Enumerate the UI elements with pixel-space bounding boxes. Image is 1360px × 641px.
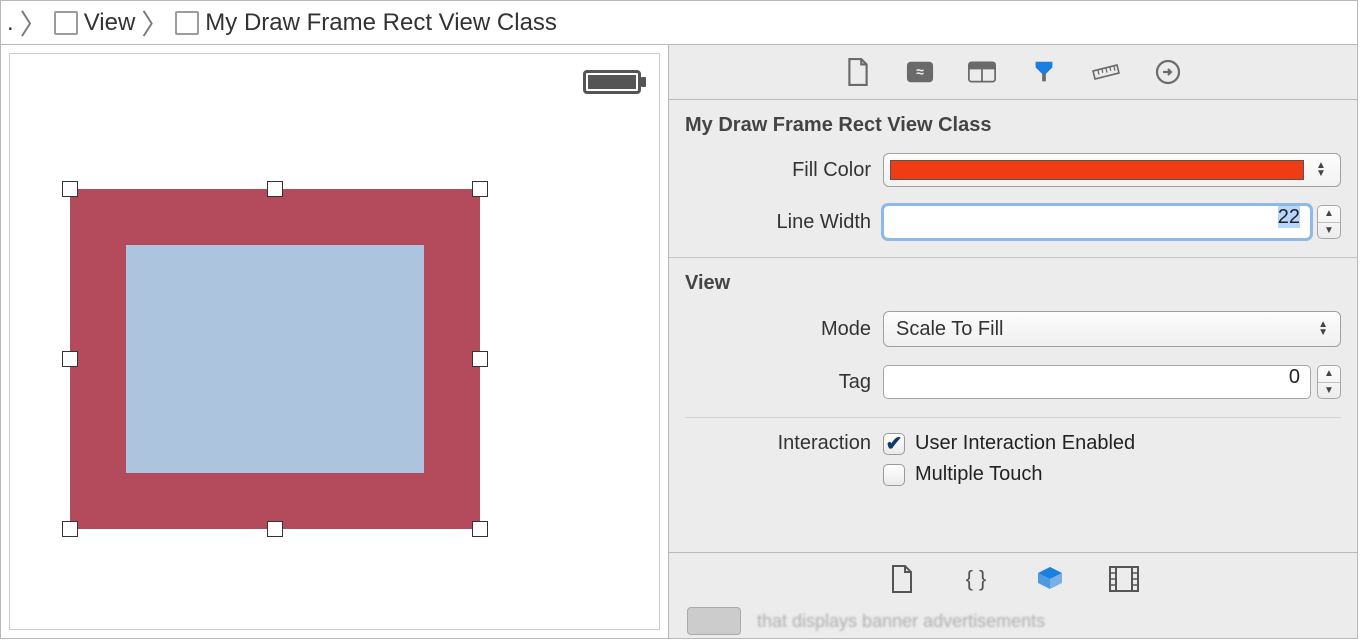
media-library-tab-icon[interactable]: [1109, 564, 1139, 594]
multiple-touch-checkbox[interactable]: [883, 464, 905, 486]
caret-icon: ▲▼: [1308, 162, 1334, 178]
resize-handle[interactable]: [472, 181, 488, 197]
fill-color-well[interactable]: ▲▼: [883, 153, 1341, 187]
breadcrumb-item-view[interactable]: View: [54, 9, 136, 37]
breadcrumb[interactable]: . 〉 View 〉 My Draw Frame Rect View Class: [1, 1, 1357, 45]
breadcrumb-label: View: [84, 9, 136, 37]
object-library-tab-icon[interactable]: [1035, 564, 1065, 594]
view-section: View Mode Scale To Fill ▲▼ Tag: [669, 258, 1357, 512]
device-canvas[interactable]: [9, 53, 660, 630]
interaction-label: Interaction: [685, 432, 883, 455]
multiple-touch-label: Multiple Touch: [915, 463, 1042, 486]
tag-stepper[interactable]: ▲ ▼: [1317, 365, 1341, 399]
custom-class-section: My Draw Frame Rect View Class Fill Color…: [669, 100, 1357, 258]
stepper-down-icon[interactable]: ▼: [1318, 223, 1340, 239]
color-swatch: [890, 160, 1304, 180]
resize-handle[interactable]: [62, 351, 78, 367]
library-item-icon: [687, 607, 741, 635]
connections-tab-icon[interactable]: [1154, 58, 1182, 86]
quick-help-tab-icon[interactable]: ≈: [906, 58, 934, 86]
view-icon: [175, 11, 199, 35]
inspector-pane: ≈ My Draw Frame Rect View Class: [669, 45, 1357, 638]
tag-label: Tag: [685, 371, 883, 394]
library-item-desc: that displays banner advertisements: [757, 611, 1045, 632]
line-width-field[interactable]: 22: [883, 205, 1311, 239]
resize-handle[interactable]: [267, 181, 283, 197]
inspector-tabbar: ≈: [669, 45, 1357, 100]
breadcrumb-prefix: .: [7, 9, 14, 37]
breadcrumb-label: My Draw Frame Rect View Class: [205, 9, 557, 37]
attributes-tab-icon[interactable]: [1030, 58, 1058, 86]
caret-icon: ▲▼: [1318, 321, 1328, 337]
svg-text:≈: ≈: [916, 64, 924, 80]
library-list-clip: that displays banner advertisements: [669, 604, 1357, 638]
code-snippet-tab-icon[interactable]: { }: [961, 564, 991, 594]
resize-handle[interactable]: [62, 521, 78, 537]
file-template-tab-icon[interactable]: [887, 564, 917, 594]
identity-tab-icon[interactable]: [968, 58, 996, 86]
mode-popup[interactable]: Scale To Fill ▲▼: [883, 311, 1341, 347]
chevron-right-icon: 〉: [139, 3, 171, 43]
view-icon: [54, 11, 78, 35]
tag-field[interactable]: 0: [883, 365, 1311, 399]
stepper-down-icon[interactable]: ▼: [1318, 383, 1340, 399]
resize-handle[interactable]: [472, 351, 488, 367]
line-width-label: Line Width: [685, 211, 883, 234]
resize-handle[interactable]: [62, 181, 78, 197]
stepper-up-icon[interactable]: ▲: [1318, 366, 1340, 383]
resize-handle[interactable]: [472, 521, 488, 537]
line-width-stepper[interactable]: ▲ ▼: [1317, 205, 1341, 239]
resize-handle[interactable]: [267, 521, 283, 537]
user-interaction-label: User Interaction Enabled: [915, 432, 1135, 455]
fill-color-label: Fill Color: [685, 159, 883, 182]
size-tab-icon[interactable]: [1092, 58, 1120, 86]
library-tabbar: { }: [669, 552, 1357, 604]
inner-rect: [126, 245, 424, 473]
section-title: View: [685, 272, 1341, 295]
mode-label: Mode: [685, 318, 883, 341]
selected-view[interactable]: [70, 189, 480, 529]
file-tab-icon[interactable]: [844, 58, 872, 86]
stepper-up-icon[interactable]: ▲: [1318, 206, 1340, 223]
breadcrumb-item-class[interactable]: My Draw Frame Rect View Class: [175, 9, 557, 37]
battery-icon: [583, 70, 641, 94]
section-title: My Draw Frame Rect View Class: [685, 114, 1341, 137]
user-interaction-checkbox[interactable]: ✔: [883, 433, 905, 455]
canvas-pane[interactable]: [1, 45, 669, 638]
chevron-right-icon: 〉: [18, 3, 50, 43]
mode-value: Scale To Fill: [896, 318, 1003, 341]
